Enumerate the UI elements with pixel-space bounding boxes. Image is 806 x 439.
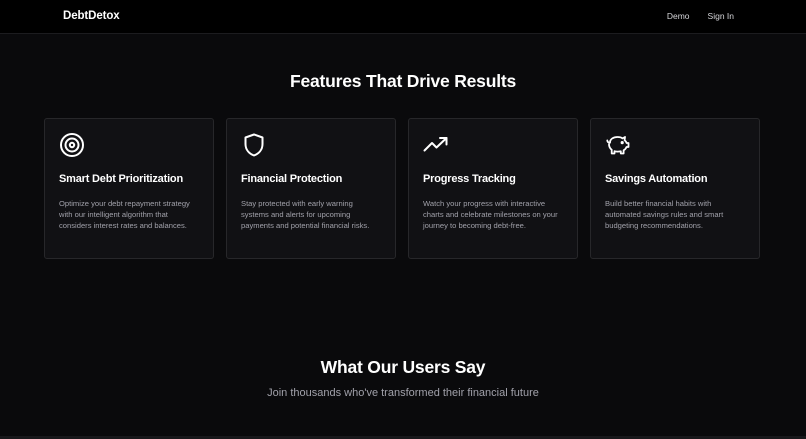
features-grid: Smart Debt Prioritization Optimize your … — [44, 118, 760, 259]
feature-description: Build better financial habits with autom… — [605, 199, 724, 231]
feature-title: Financial Protection — [241, 173, 343, 185]
feature-description: Optimize your debt repayment strategy wi… — [59, 199, 190, 231]
feature-title: Smart Debt Prioritization — [59, 173, 183, 185]
feature-description: Watch your progress with interactive cha… — [423, 199, 558, 231]
target-icon — [59, 132, 85, 158]
brand-logo[interactable]: DebtDetox — [63, 10, 120, 22]
feature-card-financial-protection: Financial Protection Stay protected with… — [226, 118, 396, 259]
testimonials-subtitle: Join thousands who've transformed their … — [267, 387, 539, 399]
testimonials-heading: What Our Users Say — [320, 357, 486, 377]
features-heading: Features That Drive Results — [289, 71, 517, 91]
feature-card-savings-automation: Savings Automation Build better financia… — [590, 118, 760, 259]
trending-up-icon — [423, 132, 449, 158]
nav-link-demo[interactable]: Demo — [667, 11, 690, 21]
feature-description: Stay protected with early warning system… — [241, 199, 370, 231]
feature-title: Savings Automation — [605, 173, 708, 185]
feature-card-smart-debt-prioritization: Smart Debt Prioritization Optimize your … — [44, 118, 214, 259]
navbar: DebtDetox Demo Sign In — [0, 0, 806, 34]
piggy-bank-icon — [605, 132, 631, 158]
shield-icon — [241, 132, 267, 158]
nav-links: Demo Sign In — [667, 11, 734, 21]
feature-card-progress-tracking: Progress Tracking Watch your progress wi… — [408, 118, 578, 259]
feature-title: Progress Tracking — [423, 173, 516, 185]
nav-link-sign-in[interactable]: Sign In — [708, 11, 734, 21]
